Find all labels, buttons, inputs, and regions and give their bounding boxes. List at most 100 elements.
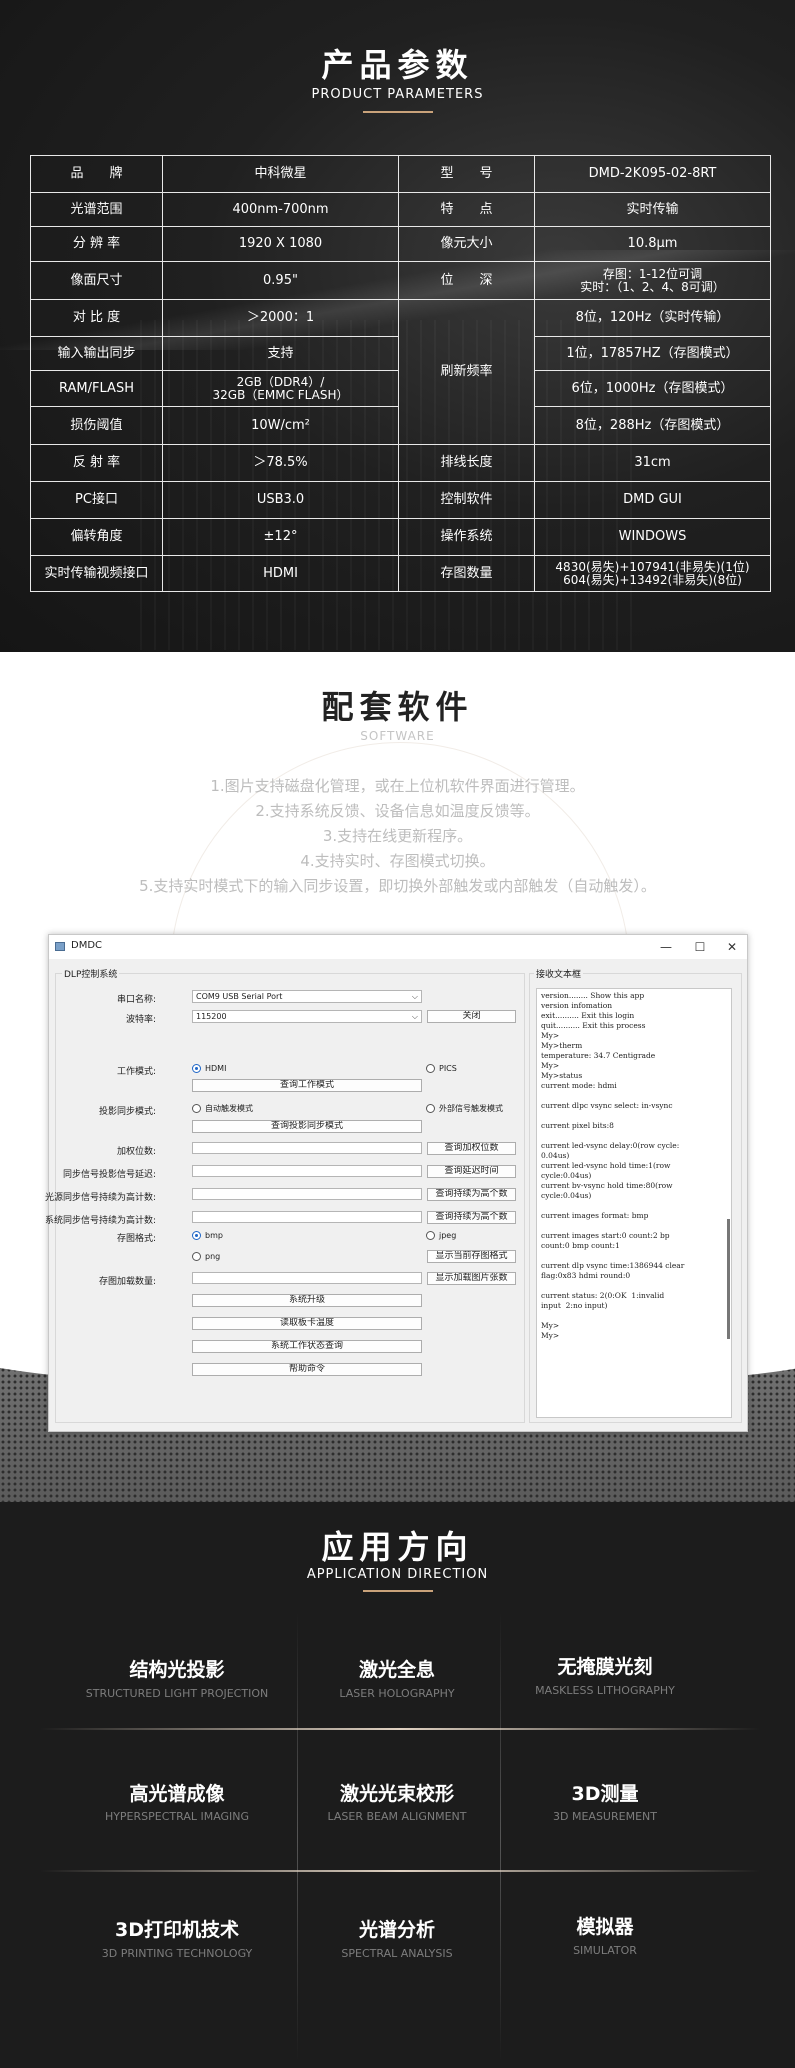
radio-selected-icon xyxy=(192,1231,201,1240)
system-upgrade-button[interactable]: 系统升级 xyxy=(192,1294,422,1307)
read-temperature-button[interactable]: 读取板卡温度 xyxy=(192,1317,422,1330)
close-window-button[interactable]: ✕ xyxy=(721,938,743,956)
param-value: 存图：1-12位可调 实时：（1、2、4、8可调） xyxy=(534,261,771,300)
auto-trigger-radio[interactable]: 自动触发模式 xyxy=(192,1104,253,1114)
param-value: USB3.0 xyxy=(162,481,399,519)
param-key: 特 点 xyxy=(398,192,535,227)
show-format-button[interactable]: 显示当前存图格式 xyxy=(427,1250,516,1263)
load-count-label: 存图加载数量: xyxy=(98,1277,156,1287)
application-item: 激光光束校形 xyxy=(339,1783,454,1805)
feature-item: 2.支持系统反馈、设备信息如温度反馈等。 xyxy=(255,802,540,820)
param-key: 排线长度 xyxy=(398,444,535,482)
param-value: 4830(易失)+107941(非易失)(1位) 604(易失)+13492(非… xyxy=(534,555,771,592)
app-icon xyxy=(55,942,65,951)
param-value: 支持 xyxy=(162,336,399,371)
delay-input[interactable] xyxy=(192,1165,422,1177)
ext-trigger-label: 外部信号触发模式 xyxy=(439,1104,503,1113)
ext-trigger-radio[interactable]: 外部信号触发模式 xyxy=(426,1104,503,1114)
param-key: 实时传输视频接口 xyxy=(30,555,163,592)
application-item: 结构光投影 xyxy=(129,1659,225,1681)
param-key: 刷新频率 xyxy=(398,299,535,445)
param-key: PC接口 xyxy=(30,481,163,519)
application-section: 应用方向 APPLICATION DIRECTION 结构光投影 STRUCTU… xyxy=(0,1502,795,2068)
application-subtitle: APPLICATION DIRECTION xyxy=(306,1567,489,1582)
receive-textbox[interactable]: version........ Show this app version in… xyxy=(536,988,732,1418)
png-radio[interactable]: png xyxy=(192,1252,220,1262)
param-value: DMD-2K095-02-8RT xyxy=(534,155,771,193)
query-sys-high-button[interactable]: 查询持续为高个数 xyxy=(427,1211,516,1224)
title-divider xyxy=(363,111,433,113)
feature-list: 1.图片支持磁盘化管理，或在上位机软件界面进行管理。 2.支持系统反馈、设备信息… xyxy=(0,774,795,899)
table-row: 偏转角度 ±12° 操作系统 WINDOWS xyxy=(30,518,771,556)
port-select[interactable]: COM9 USB Serial Port ⌵ xyxy=(192,990,422,1003)
bit-depth-store: 存图：1-12位可调 xyxy=(602,266,703,281)
chevron-down-icon: ⌵ xyxy=(411,1012,418,1021)
application-item: 光谱分析 xyxy=(358,1919,435,1941)
minimize-button[interactable]: — xyxy=(655,938,677,956)
param-value: 0.95" xyxy=(162,261,399,300)
table-row: 光谱范围 400nm-700nm 特 点 实时传输 xyxy=(30,192,771,227)
baud-select[interactable]: 115200 ⌵ xyxy=(192,1010,422,1023)
application-item-en: 3D MEASUREMENT xyxy=(553,1810,657,1823)
work-mode-label: 工作模式: xyxy=(116,1067,156,1077)
param-key: 反 射 率 xyxy=(30,444,163,482)
application-item: 3D打印机技术 xyxy=(115,1919,239,1941)
sys-high-label: 系统同步信号持续为高计数: xyxy=(44,1216,156,1226)
pics-radio[interactable]: PICS xyxy=(426,1064,457,1074)
table-row: 实时传输视频接口 HDMI 存图数量 4830(易失)+107941(非易失)(… xyxy=(30,555,771,592)
param-key: 品 牌 xyxy=(30,155,163,193)
param-key: 输入输出同步 xyxy=(30,336,163,371)
application-item-en: LASER BEAM ALIGNMENT xyxy=(327,1810,467,1823)
ram-value: 2GB（DDR4）/ xyxy=(236,374,325,389)
light-high-label: 光源同步信号持续为高计数: xyxy=(44,1193,156,1203)
query-sync-button[interactable]: 查询投影同步模式 xyxy=(192,1120,422,1133)
table-row: 反 射 率 ＞78.5% 排线长度 31cm xyxy=(30,444,771,482)
png-label: png xyxy=(205,1252,221,1261)
delay-label: 同步信号投影信号延迟: xyxy=(62,1170,156,1180)
load-count-input[interactable] xyxy=(192,1272,422,1284)
help-command-button[interactable]: 帮助命令 xyxy=(192,1363,422,1376)
radio-icon xyxy=(426,1231,435,1240)
radio-icon xyxy=(192,1252,201,1261)
query-weight-button[interactable]: 查询加权位数 xyxy=(427,1142,516,1155)
param-key: 控制软件 xyxy=(398,481,535,519)
table-row: 分 辨 率 1920 X 1080 像元大小 10.8μm xyxy=(30,226,771,262)
show-load-count-button[interactable]: 显示加载图片张数 xyxy=(427,1272,516,1285)
application-item-en: STRUCTURED LIGHT PROJECTION xyxy=(85,1687,269,1700)
sys-high-input[interactable] xyxy=(192,1211,422,1223)
radio-icon xyxy=(426,1104,435,1113)
light-high-input[interactable] xyxy=(192,1188,422,1200)
application-item: 高光谱成像 xyxy=(129,1783,225,1805)
application-item-en: 3D PRINTING TECHNOLOGY xyxy=(101,1947,253,1960)
scrollbar[interactable] xyxy=(727,1219,730,1339)
application-item-en: SPECTRAL ANALYSIS xyxy=(341,1947,453,1960)
jpeg-radio[interactable]: jpeg xyxy=(426,1231,456,1241)
bmp-radio[interactable]: bmp xyxy=(192,1231,223,1241)
status-query-button[interactable]: 系统工作状态查询 xyxy=(192,1340,422,1353)
hdmi-radio[interactable]: HDMI xyxy=(192,1064,226,1074)
param-value: 31cm xyxy=(534,444,771,482)
maximize-button[interactable]: ☐ xyxy=(689,938,711,956)
table-row: 品 牌 中科微星 型 号 DMD-2K095-02-8RT xyxy=(30,155,771,193)
application-item: 激光全息 xyxy=(358,1659,435,1681)
query-work-mode-button[interactable]: 查询工作模式 xyxy=(192,1079,422,1092)
param-key: RAM/FLASH xyxy=(30,370,163,407)
baud-value: 115200 xyxy=(196,1012,227,1021)
param-value: 实时传输 xyxy=(534,192,771,227)
param-value: ＞2000：1 xyxy=(162,299,399,337)
application-title: 应用方向 xyxy=(321,1528,474,1566)
application-item: 无掩膜光刻 xyxy=(557,1656,653,1678)
weight-bits-input[interactable] xyxy=(192,1142,422,1154)
application-item-en: HYPERSPECTRAL IMAGING xyxy=(104,1810,250,1823)
storage-1bit: 4830(易失)+107941(非易失)(1位) xyxy=(555,559,750,574)
param-value: HDMI xyxy=(162,555,399,592)
param-value: 10W/cm² xyxy=(162,406,399,445)
radio-icon xyxy=(192,1104,201,1113)
query-light-high-button[interactable]: 查询持续为高个数 xyxy=(427,1188,516,1201)
param-key: 型 号 xyxy=(398,155,535,193)
chevron-down-icon: ⌵ xyxy=(411,992,418,1001)
title-divider xyxy=(363,1590,433,1592)
close-port-button[interactable]: 关闭 xyxy=(427,1010,516,1023)
query-delay-button[interactable]: 查询延迟时间 xyxy=(427,1165,516,1178)
bmp-label: bmp xyxy=(205,1231,223,1240)
